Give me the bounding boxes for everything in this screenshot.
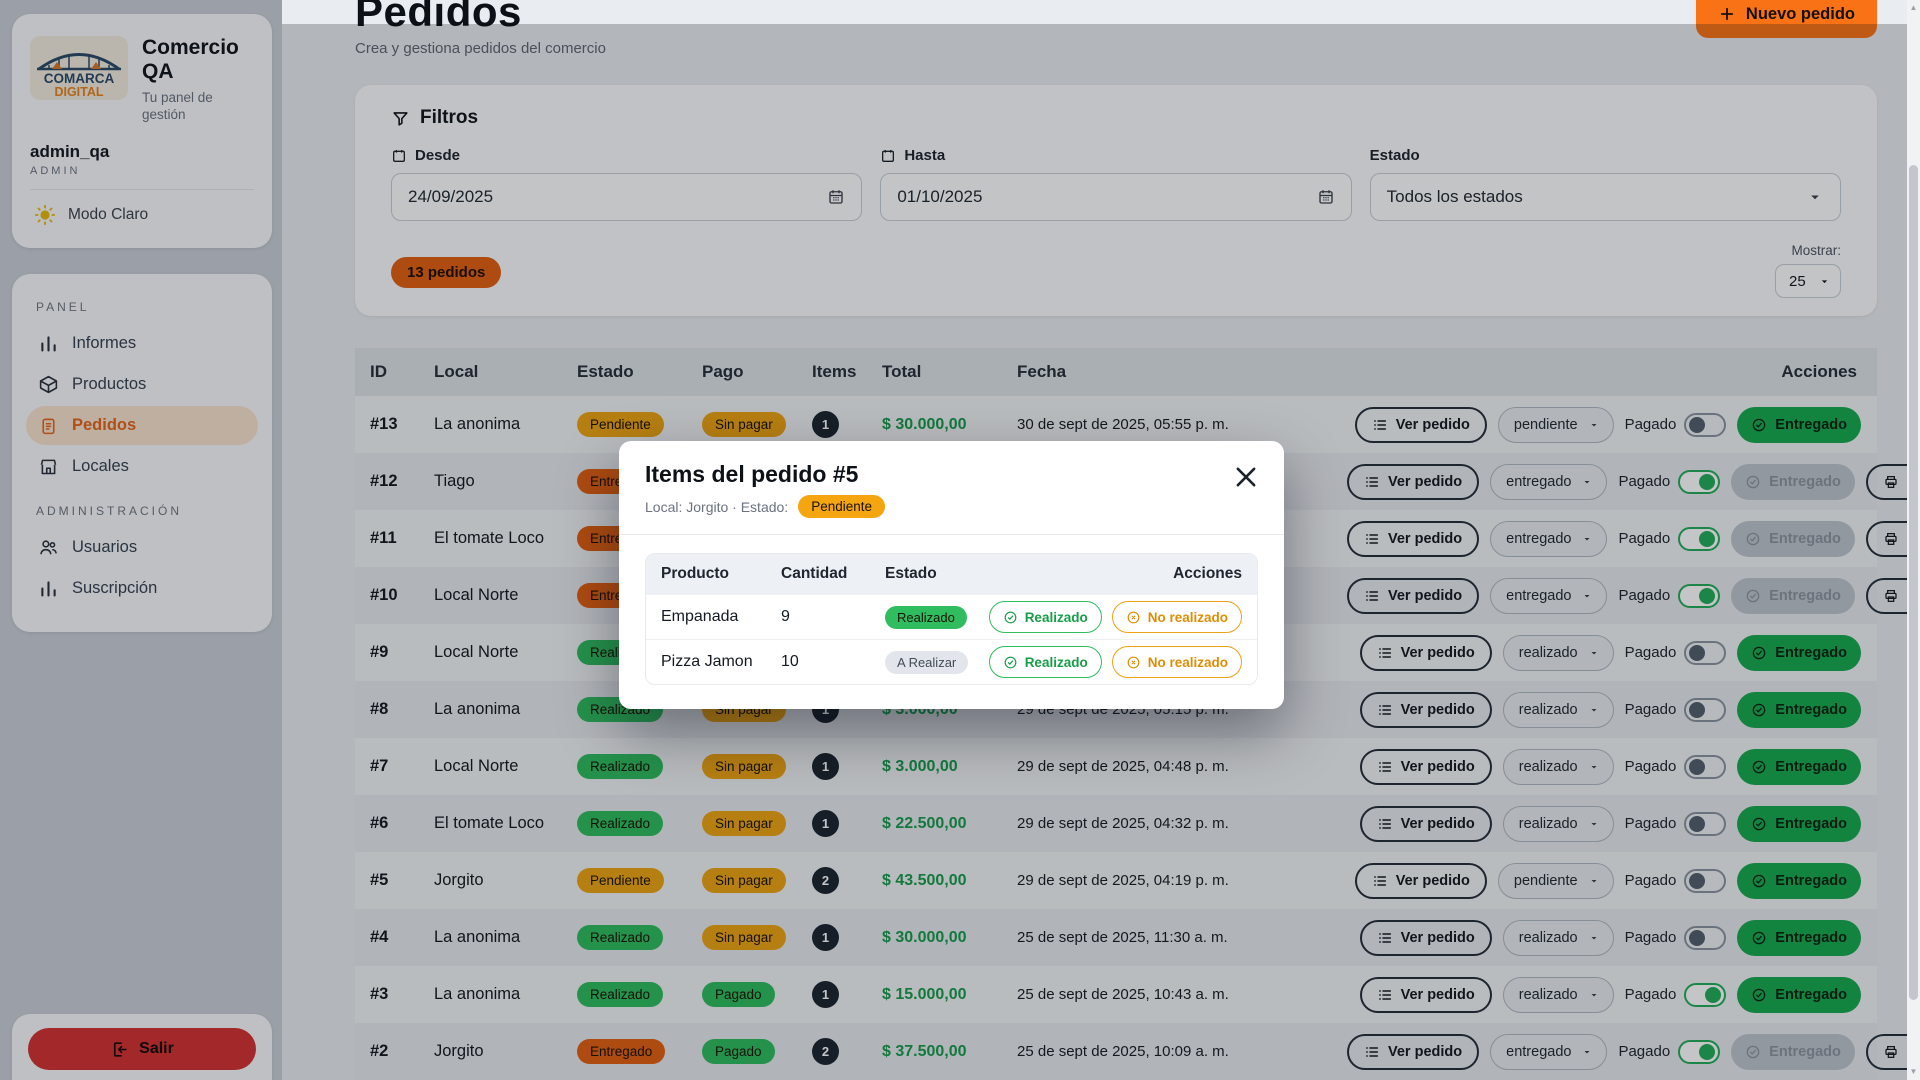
scrollbar-thumb[interactable] <box>1909 165 1918 1000</box>
item-product: Pizza Jamon <box>661 653 781 671</box>
x-circle-icon <box>1126 655 1141 670</box>
modal-column-header-cantidad: Cantidad <box>781 565 885 583</box>
modal-backdrop[interactable] <box>0 0 282 1080</box>
modal-item-row: Pizza Jamon10A Realizar Realizado No reali… <box>646 639 1257 684</box>
item-quantity: 10 <box>781 653 885 671</box>
scroll-up-icon[interactable]: ▲ <box>1907 1 1920 15</box>
check-circle-icon <box>1003 655 1018 670</box>
scroll-down-icon[interactable]: ▼ <box>1907 1065 1920 1079</box>
divider <box>619 534 1284 535</box>
item-product: Empanada <box>661 608 781 626</box>
modal-column-header-acciones: Acciones <box>1173 565 1242 583</box>
x-circle-icon <box>1126 610 1141 625</box>
check-circle-icon <box>1003 610 1018 625</box>
mark-not-done-button[interactable]: No realizado <box>1112 601 1242 633</box>
scrollbar[interactable]: ▲ ▼ <box>1907 0 1920 1080</box>
modal-table-body: Empanada9RealizadoRealizadoNo realizadoP… <box>646 594 1257 684</box>
modal-item-row: Empanada9RealizadoRealizadoNo realizado <box>646 594 1257 639</box>
order-items-modal: Items del pedido #5 Local: Jorgito · Est… <box>619 441 1284 709</box>
modal-meta-text: Local: Jorgito · Estado: <box>645 499 788 515</box>
app-screen: COMARCA DIGITAL Comercio QA Tu panel de … <box>0 0 1920 1080</box>
mark-done-button[interactable]: Realizado <box>989 601 1102 633</box>
mark-not-done-button[interactable]: No realizado <box>1112 646 1242 678</box>
item-status-badge: A Realizar <box>885 651 968 674</box>
mark-done-button[interactable]: Realizado <box>989 646 1102 678</box>
close-icon[interactable] <box>1232 463 1260 491</box>
modal-column-header-estado: Estado <box>885 565 1173 583</box>
modal-items-table: ProductoCantidadEstadoAcciones Empanada9… <box>645 553 1258 685</box>
modal-column-header-producto: Producto <box>661 565 781 583</box>
item-quantity: 9 <box>781 608 885 626</box>
new-order-label: Nuevo pedido <box>1746 5 1855 24</box>
order-status-badge: Pendiente <box>798 495 885 518</box>
modal-title: Items del pedido #5 <box>645 461 1258 488</box>
item-status-badge: Realizado <box>885 606 967 629</box>
modal-table-header: ProductoCantidadEstadoAcciones <box>646 554 1257 594</box>
plus-icon <box>1718 5 1736 23</box>
